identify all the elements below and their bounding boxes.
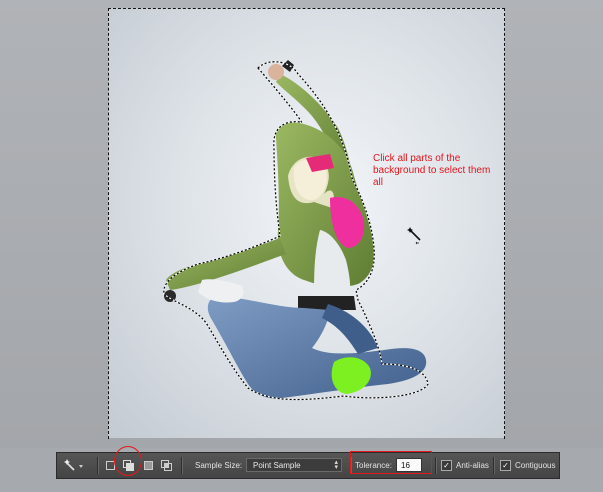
intersect-selection-icon	[159, 459, 173, 473]
checkmark-icon: ✓	[441, 460, 452, 471]
magic-wand-cursor-icon	[407, 227, 421, 245]
highlight-rectangle	[350, 451, 432, 474]
contiguous-label: Contiguous	[515, 461, 556, 470]
sample-size-value: Point Sample	[253, 460, 301, 470]
dropdown-arrow-icon: ▴ ▾	[334, 459, 338, 471]
subtract-selection-button[interactable]	[141, 453, 155, 478]
sample-size-label: Sample Size:	[195, 461, 243, 470]
intersect-selection-button[interactable]	[159, 453, 173, 478]
checkmark-icon: ✓	[500, 460, 511, 471]
magic-wand-icon[interactable]	[63, 453, 85, 478]
anti-alias-label: Anti-alias	[456, 461, 489, 470]
dancer-photo	[163, 60, 429, 401]
anti-alias-checkbox[interactable]: ✓ Anti-alias	[441, 453, 489, 478]
sample-size-dropdown[interactable]: Point Sample ▴ ▾	[246, 458, 342, 472]
instruction-annotation: Click all parts of the background to sel…	[373, 153, 491, 188]
highlight-circle	[114, 446, 142, 476]
subtract-selection-icon	[141, 459, 155, 473]
contiguous-checkbox[interactable]: ✓ Contiguous	[500, 453, 555, 478]
image-canvas[interactable]	[108, 8, 505, 438]
